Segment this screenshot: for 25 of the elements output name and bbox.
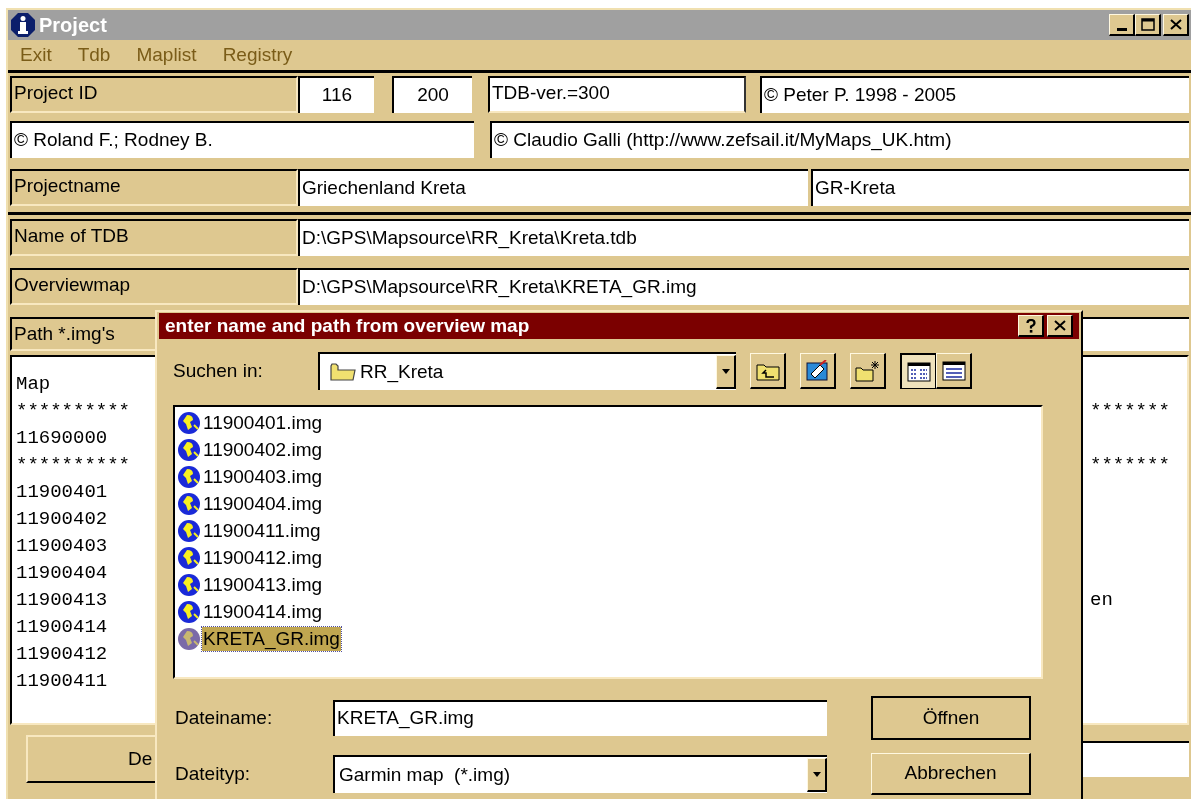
- list-line-fragment: en: [1090, 588, 1113, 613]
- filename-label: Dateiname:: [175, 705, 274, 730]
- look-in-value: RR_Kreta: [360, 359, 444, 385]
- list-line: 11900411: [16, 670, 108, 692]
- list-line: Map: [16, 373, 51, 395]
- field-label: Name of TDB: [10, 219, 298, 256]
- field-label: Projectname: [10, 169, 298, 206]
- look-in-label: Suchen in:: [173, 358, 264, 383]
- list-line: 11900414: [16, 616, 108, 638]
- file-type-value: Garmin map (*.img): [339, 762, 511, 787]
- list-line: **********: [16, 400, 131, 422]
- list-line: 11900401: [16, 481, 108, 503]
- list-line: 11690000: [16, 427, 108, 449]
- list-line-fragment: *******: [1090, 399, 1170, 424]
- list-line: **********: [16, 454, 131, 476]
- list-line-fragment: *******: [1090, 453, 1170, 478]
- list-line: 11900404: [16, 562, 108, 584]
- list-line: 11900412: [16, 643, 108, 665]
- file-type-label: Dateityp:: [175, 761, 251, 786]
- window-title: Project: [39, 13, 107, 38]
- field-label: Overviewmap: [10, 268, 298, 305]
- list-line: 11900403: [16, 535, 108, 557]
- list-line: 11900402: [16, 508, 108, 530]
- list-line: 11900413: [16, 589, 108, 611]
- field-label: Project ID: [10, 76, 298, 113]
